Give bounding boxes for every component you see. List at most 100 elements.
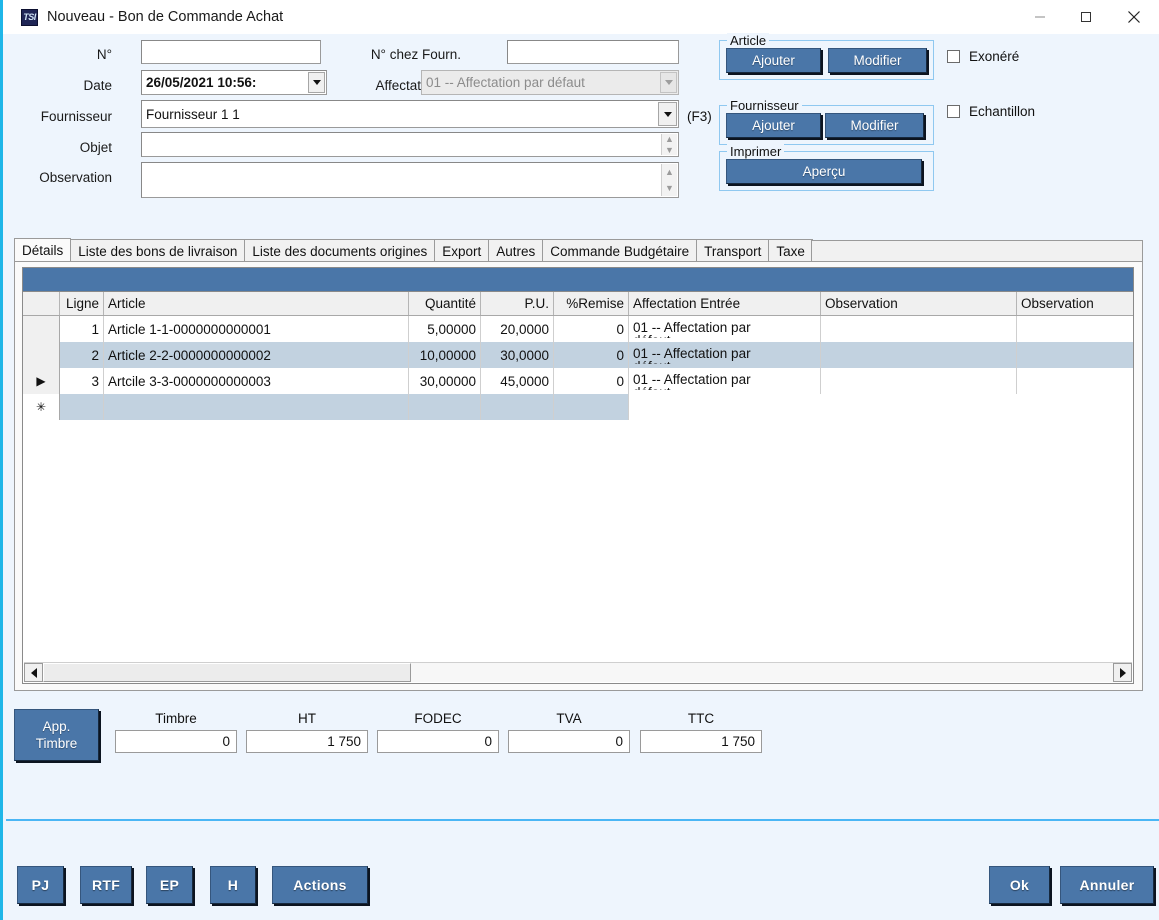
new-record-icon[interactable]: ✳ <box>23 394 60 420</box>
cell-pu: 20,0000 <box>481 316 554 342</box>
grid-header-affectation-entree[interactable]: Affectation Entrée <box>629 292 821 315</box>
group-article-title: Article <box>727 33 770 48</box>
num-fourn-input[interactable] <box>507 40 679 64</box>
grid-header-observation-2[interactable]: Observation <box>1017 292 1133 315</box>
tab-transport[interactable]: Transport <box>696 239 770 262</box>
table-row[interactable]: 1 Article 1-1-0000000000001 5,00000 20,0… <box>23 316 1133 342</box>
new-record-row[interactable]: ✳ <box>23 394 1133 420</box>
rtf-button[interactable]: RTF <box>80 866 132 904</box>
fournisseur-value: Fournisseur 1 1 <box>146 106 240 122</box>
scroll-left-icon[interactable] <box>24 663 43 682</box>
objet-spinner-icon[interactable]: ▲ ▼ <box>661 134 677 155</box>
ht-value[interactable]: 1 750 <box>246 730 368 753</box>
tva-label: TVA <box>556 711 582 726</box>
fournisseur-edit-button[interactable]: Modifier <box>825 113 924 138</box>
scroll-right-icon[interactable] <box>1113 663 1132 682</box>
grid-header-observation-1[interactable]: Observation <box>821 292 1017 315</box>
close-icon[interactable] <box>1109 0 1159 34</box>
date-label: Date <box>83 78 112 93</box>
pj-button[interactable]: PJ <box>17 866 64 904</box>
cell-affectation-line1: 01 -- Affectation par <box>633 345 751 361</box>
cell-article: Article 2-2-0000000000002 <box>104 342 409 368</box>
grid-horizontal-scrollbar[interactable] <box>24 662 1132 682</box>
grid-caption-bar <box>23 268 1133 292</box>
minimize-icon[interactable] <box>1017 0 1063 34</box>
tab-export[interactable]: Export <box>434 239 490 262</box>
totals-bar: App. Timbre Timbre 0 HT 1 750 FODEC 0 TV… <box>14 703 814 765</box>
date-input[interactable]: 26/05/2021 10:56: <box>141 70 327 95</box>
current-row-indicator-icon[interactable]: ▶ <box>23 368 60 394</box>
scrollbar-track[interactable] <box>411 663 1113 682</box>
objet-label: Objet <box>79 140 112 155</box>
details-panel: Ligne Article Quantité P.U. %Remise Affe… <box>14 261 1143 691</box>
chevron-down-icon <box>660 72 677 93</box>
ok-button[interactable]: Ok <box>989 866 1050 904</box>
observation-spinner-icon[interactable]: ▲ ▼ <box>661 164 677 196</box>
grid-header-ligne[interactable]: Ligne <box>60 292 104 315</box>
application-window: TSI Nouveau - Bon de Commande Achat N° N… <box>0 0 1159 920</box>
tab-liste-documents-origines[interactable]: Liste des documents origines <box>244 239 436 262</box>
grid-header-selector <box>23 292 60 315</box>
tab-commande-budgetaire[interactable]: Commande Budgétaire <box>542 239 698 262</box>
title-bar: TSI Nouveau - Bon de Commande Achat <box>3 0 1159 34</box>
cell-remise: 0 <box>554 316 629 342</box>
cell-ligne: 2 <box>60 342 104 368</box>
window-controls <box>1017 0 1159 34</box>
tab-taxe[interactable]: Taxe <box>768 239 813 262</box>
cell-affectation: 01 -- Affectation par défaut <box>629 316 821 342</box>
maximize-icon[interactable] <box>1063 0 1109 34</box>
cell-remise: 0 <box>554 368 629 394</box>
scrollbar-thumb[interactable] <box>43 663 411 682</box>
cell-article: Article 1-1-0000000000001 <box>104 316 409 342</box>
tab-liste-bons-livraison[interactable]: Liste des bons de livraison <box>70 239 246 262</box>
ttc-value[interactable]: 1 750 <box>640 730 762 753</box>
row-selector[interactable] <box>23 316 60 342</box>
fournisseur-dropdown-icon[interactable] <box>658 102 677 126</box>
timbre-value[interactable]: 0 <box>115 730 237 753</box>
h-button[interactable]: H <box>210 866 256 904</box>
table-row[interactable]: ▶ 3 Artcile 3-3-0000000000003 30,00000 4… <box>23 368 1133 394</box>
actions-button[interactable]: Actions <box>272 866 368 904</box>
grid-header-quantite[interactable]: Quantité <box>409 292 481 315</box>
ttc-label: TTC <box>687 711 715 726</box>
tab-details[interactable]: Détails <box>14 238 72 262</box>
cell-affectation-line1: 01 -- Affectation par <box>633 319 751 335</box>
tva-value[interactable]: 0 <box>508 730 630 753</box>
cell-observation-2 <box>1017 342 1133 368</box>
row-selector[interactable] <box>23 342 60 368</box>
fournisseur-select[interactable]: Fournisseur 1 1 <box>141 100 679 128</box>
fournisseur-add-button[interactable]: Ajouter <box>726 113 821 138</box>
ep-button[interactable]: EP <box>146 866 193 904</box>
article-add-button[interactable]: Ajouter <box>726 48 821 73</box>
cell-affectation-line1: 01 -- Affectation par <box>633 371 751 387</box>
grid-header-remise[interactable]: %Remise <box>554 292 629 315</box>
cell-observation-1 <box>821 342 1017 368</box>
table-row[interactable]: 2 Article 2-2-0000000000002 10,00000 30,… <box>23 342 1133 368</box>
echantillon-checkbox[interactable] <box>947 105 960 118</box>
observation-textarea[interactable]: ▲ ▼ <box>141 162 679 198</box>
imprimer-preview-button[interactable]: Aperçu <box>726 159 922 184</box>
affectation-select: 01 -- Affectation par défaut <box>421 70 679 95</box>
cell-affectation-line2: défaut <box>633 360 816 364</box>
cell-observation-2 <box>1017 368 1133 394</box>
fodec-value[interactable]: 0 <box>377 730 499 753</box>
cancel-button[interactable]: Annuler <box>1060 866 1154 904</box>
date-value: 26/05/2021 10:56: <box>146 75 257 90</box>
group-fournisseur: Fournisseur Ajouter Modifier <box>719 98 934 145</box>
grid-header-pu[interactable]: P.U. <box>481 292 554 315</box>
affectation-value: 01 -- Affectation par défaut <box>426 75 585 90</box>
group-article: Article Ajouter Modifier <box>719 33 934 80</box>
objet-input[interactable]: ▲ ▼ <box>141 132 679 157</box>
cell-ligne: 1 <box>60 316 104 342</box>
cell-affectation-line2: défaut <box>633 386 816 390</box>
grid-header-row: Ligne Article Quantité P.U. %Remise Affe… <box>23 292 1133 316</box>
grid-header-article[interactable]: Article <box>104 292 409 315</box>
tab-autres[interactable]: Autres <box>488 239 544 262</box>
num-input[interactable] <box>141 40 321 64</box>
exonere-checkbox[interactable] <box>947 50 960 63</box>
exonere-checkbox-row[interactable]: Exonéré <box>947 49 1019 64</box>
article-edit-button[interactable]: Modifier <box>828 48 927 73</box>
cell-affectation: 01 -- Affectation par défaut <box>629 368 821 394</box>
apply-timbre-button[interactable]: App. Timbre <box>14 709 99 761</box>
echantillon-checkbox-row[interactable]: Echantillon <box>947 104 1035 119</box>
